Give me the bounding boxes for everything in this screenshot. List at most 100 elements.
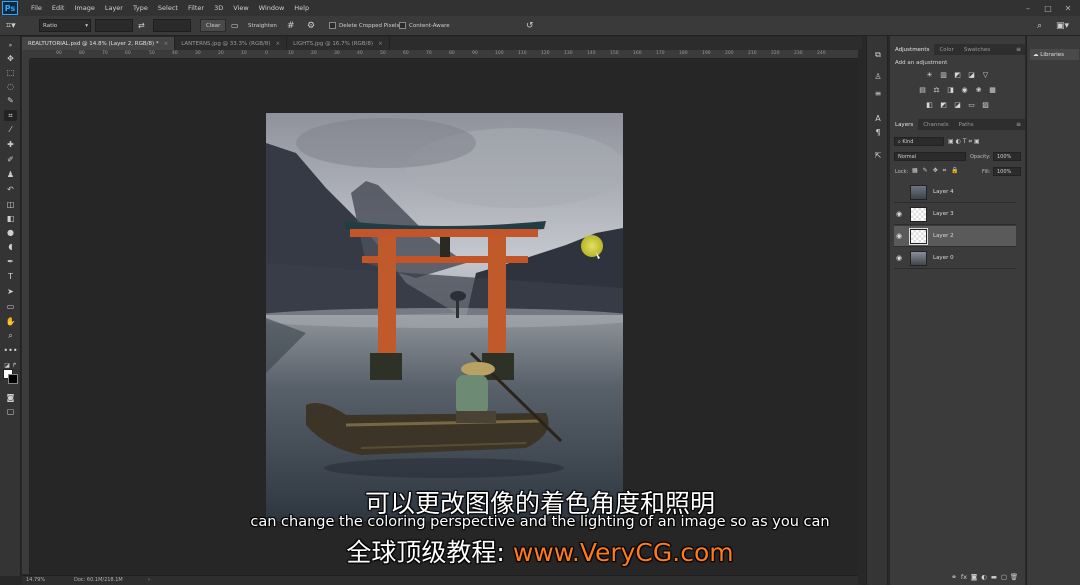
curves-icon[interactable]: ◩	[952, 70, 963, 79]
maximize-icon[interactable]: □	[1040, 0, 1056, 16]
zoom-level[interactable]: 14.79%	[26, 577, 45, 583]
vibrance-icon[interactable]: ▽	[980, 70, 991, 79]
new-layer-icon[interactable]: ▢	[999, 573, 1009, 581]
menu-window[interactable]: Window	[254, 4, 290, 12]
minimize-icon[interactable]: –	[1020, 0, 1036, 16]
layer-row-4[interactable]: Layer 4	[894, 182, 1016, 203]
channel-mixer-icon[interactable]: ❀	[973, 85, 984, 94]
eye-icon[interactable]: ◉	[894, 231, 904, 241]
zoom-tool-icon[interactable]: ⌕	[4, 330, 17, 341]
crop-tool-icon[interactable]: ⌗▾	[6, 19, 28, 32]
levels-icon[interactable]: ▥	[938, 70, 949, 79]
stamp-tool-icon[interactable]: ♟	[4, 169, 17, 180]
reset-icon[interactable]: ↺	[526, 19, 534, 32]
threshold-icon[interactable]: ◪	[952, 100, 963, 109]
fill-input[interactable]: 100%	[993, 167, 1021, 176]
horizontal-ruler[interactable]: 90 80 70 60 50 40 30 20 10 0 10 20 30 40…	[30, 50, 858, 59]
layer-name[interactable]: Layer 0	[933, 255, 954, 261]
swap-icon[interactable]: ⇄	[138, 19, 145, 32]
menu-3d[interactable]: 3D	[209, 4, 228, 12]
background-color-swatch[interactable]	[8, 374, 18, 384]
photo-filter-icon[interactable]: ◉	[959, 85, 970, 94]
menu-select[interactable]: Select	[153, 4, 183, 12]
shape-tool-icon[interactable]: ▭	[4, 301, 17, 312]
black-white-icon[interactable]: ◨	[945, 85, 956, 94]
menu-layer[interactable]: Layer	[100, 4, 128, 12]
tab-lanterns[interactable]: LANTERNS.jpg @ 33.3% (RGB/8) ×	[175, 37, 288, 50]
healing-tool-icon[interactable]: ✚	[4, 139, 17, 150]
screen-mode-icon[interactable]: ▢	[4, 406, 17, 417]
history-brush-icon[interactable]: ↶	[4, 184, 17, 195]
close-icon[interactable]: ×	[276, 41, 281, 47]
blur-tool-icon[interactable]: ●	[4, 227, 17, 238]
layer-name[interactable]: Layer 4	[933, 189, 954, 195]
straighten-icon[interactable]: ▭	[231, 19, 239, 32]
quick-mask-icon[interactable]: ◙	[4, 392, 17, 403]
width-input[interactable]	[95, 19, 133, 32]
eye-icon[interactable]: ◉	[894, 209, 904, 219]
brightness-icon[interactable]: ☀	[924, 70, 935, 79]
mask-icon[interactable]: ◙	[969, 573, 979, 581]
tab-swatches[interactable]: Swatches	[959, 44, 995, 55]
gradient-map-icon[interactable]: ▭	[966, 100, 977, 109]
adjustment-layer-icon[interactable]: ◐	[979, 573, 989, 581]
selective-color-icon[interactable]: ▨	[980, 100, 991, 109]
menu-type[interactable]: Type	[128, 4, 153, 12]
fx-icon[interactable]: fx	[959, 573, 969, 581]
eraser-tool-icon[interactable]: ◫	[4, 199, 17, 210]
pen-tool-icon[interactable]: ✒	[4, 256, 17, 267]
exposure-icon[interactable]: ◪	[966, 70, 977, 79]
paragraph-panel-icon[interactable]: ¶	[872, 127, 884, 137]
brush-tool-icon[interactable]: ✐	[4, 154, 17, 165]
quick-select-tool-icon[interactable]: ✎	[4, 95, 17, 106]
workspace-icon[interactable]: ▣▾	[1056, 19, 1069, 32]
height-input[interactable]	[153, 19, 191, 32]
layer-row-3[interactable]: ◉ Layer 3	[894, 204, 1016, 225]
type-tool-icon[interactable]: T	[4, 271, 17, 282]
color-lookup-icon[interactable]: ▦	[987, 85, 998, 94]
actions-panel-icon[interactable]: ♙	[872, 71, 884, 81]
hand-tool-icon[interactable]: ✋	[4, 316, 17, 327]
menu-view[interactable]: View	[228, 4, 253, 12]
character-panel-icon[interactable]: A	[872, 113, 884, 123]
color-balance-icon[interactable]: ⚖	[931, 85, 942, 94]
tab-adjustments[interactable]: Adjustments	[890, 44, 935, 55]
grid-overlay-icon[interactable]: #	[287, 19, 295, 32]
search-icon[interactable]: ⌕	[1037, 19, 1042, 32]
link-icon[interactable]: ⚭	[949, 573, 959, 581]
path-select-icon[interactable]: ➤	[4, 286, 17, 297]
panel-menu-icon[interactable]: ≡	[1016, 119, 1025, 130]
layer-row-0[interactable]: ◉ Layer 0	[894, 248, 1016, 269]
move-tool-icon[interactable]: ✥	[4, 53, 17, 64]
lock-icons[interactable]: ▦✎✥⌗🔒	[912, 167, 964, 175]
clear-button[interactable]: Clear	[200, 19, 227, 32]
more-tools-icon[interactable]: •••	[3, 345, 17, 356]
tab-color[interactable]: Color	[934, 44, 958, 55]
visibility-off-icon[interactable]	[894, 187, 904, 197]
ratio-select[interactable]: Ratio ▾	[39, 19, 91, 32]
document-canvas[interactable]	[266, 113, 623, 521]
tab-realtutorial[interactable]: REALTUTORIAL.psd @ 14.8% (Layer 2, RGB/8…	[22, 37, 176, 50]
content-aware-checkbox[interactable]: Content-Aware	[399, 19, 450, 32]
eye-icon[interactable]: ◉	[894, 253, 904, 263]
gear-icon[interactable]: ⚙	[307, 19, 315, 32]
delete-cropped-checkbox[interactable]: Delete Cropped Pixels	[329, 19, 399, 32]
menu-filter[interactable]: Filter	[183, 4, 209, 12]
checkbox-box[interactable]	[329, 22, 336, 29]
menu-file[interactable]: File	[26, 4, 47, 12]
dodge-tool-icon[interactable]: ◖	[4, 241, 17, 252]
close-icon[interactable]: ×	[378, 41, 383, 47]
layer-filter-select[interactable]: ⌕ Kind	[894, 137, 944, 146]
layer-name[interactable]: Layer 2	[933, 233, 954, 239]
properties-panel-icon[interactable]: ≡	[872, 88, 884, 98]
tab-layers[interactable]: Layers	[890, 119, 919, 130]
collapse-icon[interactable]: »	[4, 40, 17, 51]
hue-saturation-icon[interactable]: ▤	[917, 85, 928, 94]
eyedropper-tool-icon[interactable]: ⁄	[4, 124, 17, 135]
history-panel-icon[interactable]: ⧉	[872, 50, 884, 60]
menu-image[interactable]: Image	[69, 4, 99, 12]
tab-paths[interactable]: Paths	[954, 119, 979, 130]
status-arrow-icon[interactable]: ›	[148, 577, 150, 583]
layer-name[interactable]: Layer 3	[933, 211, 954, 217]
gradient-tool-icon[interactable]: ◧	[4, 213, 17, 224]
